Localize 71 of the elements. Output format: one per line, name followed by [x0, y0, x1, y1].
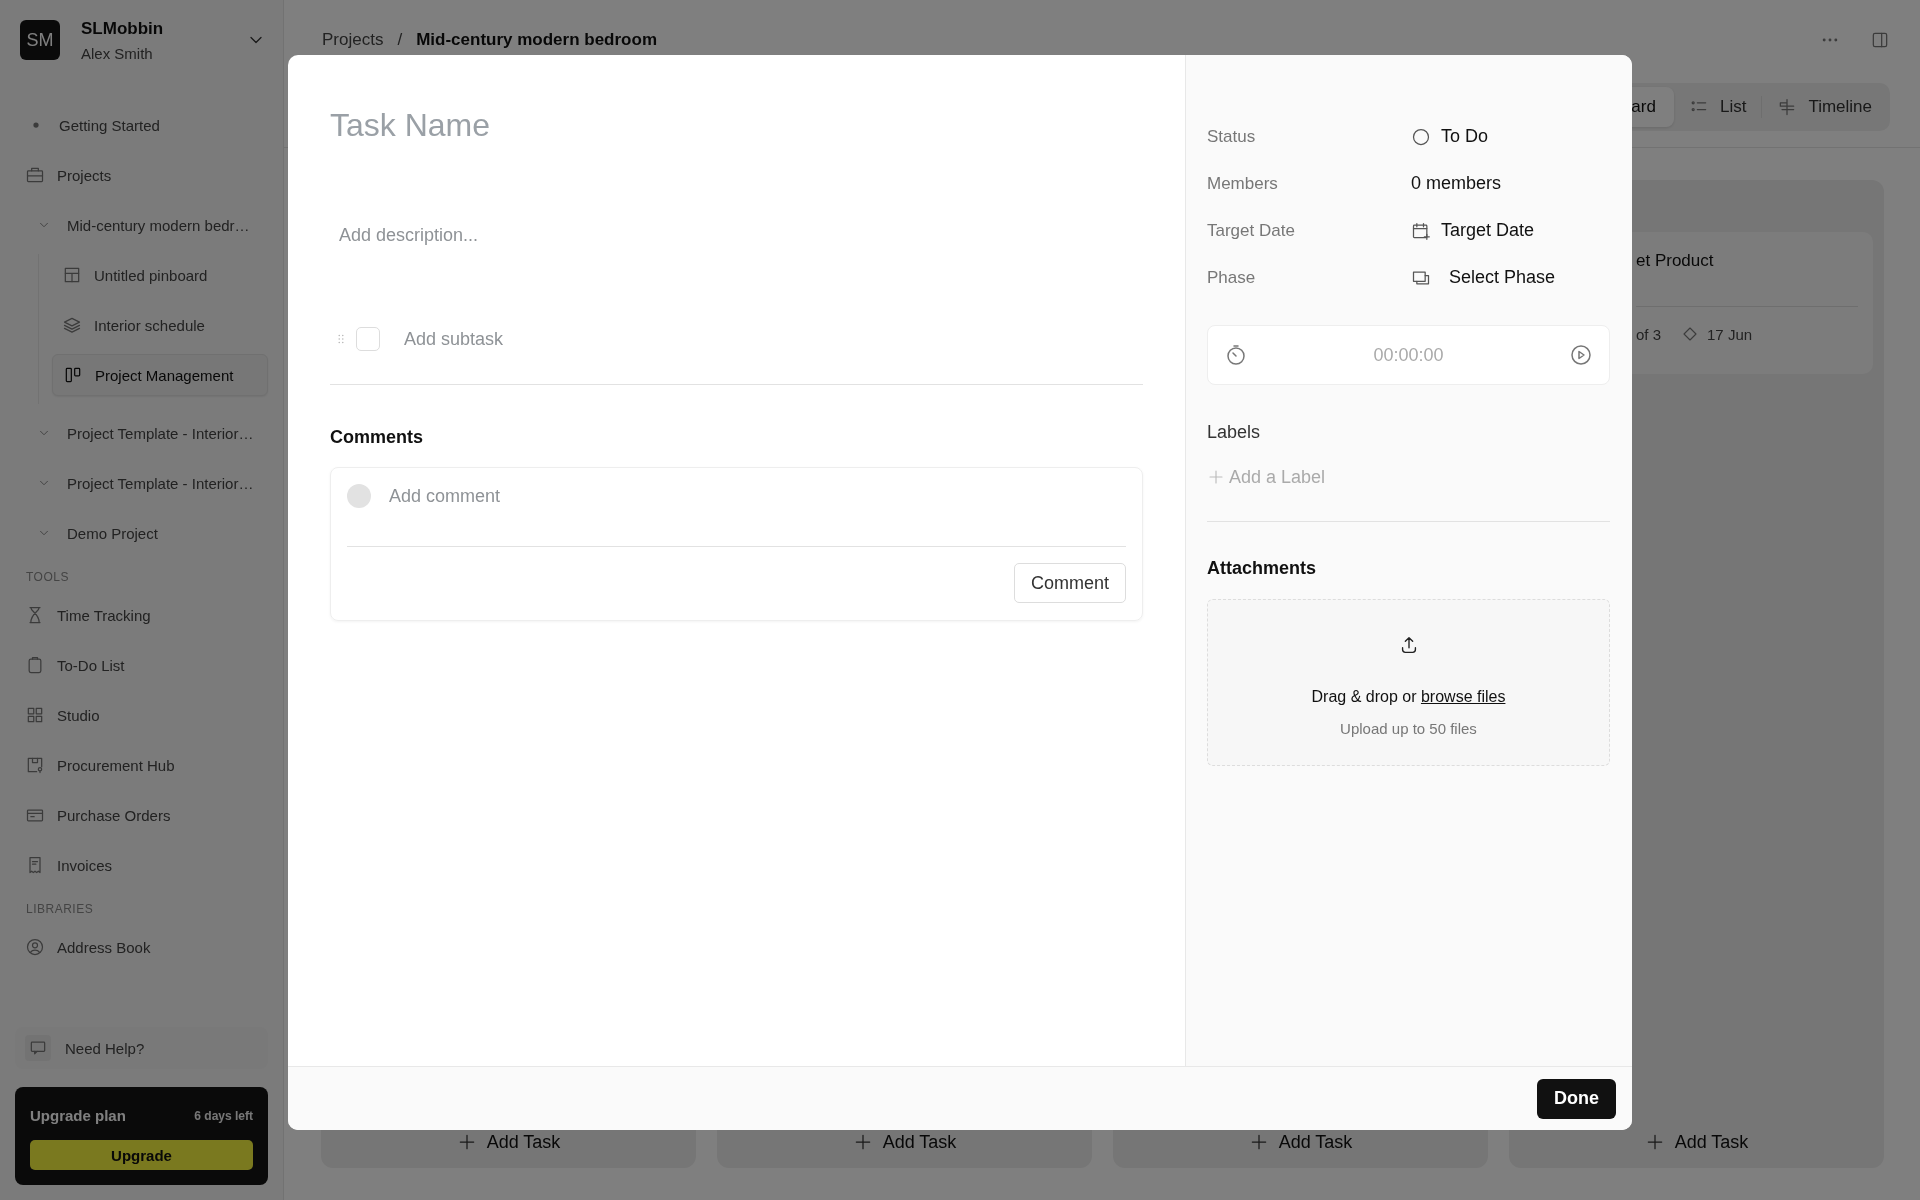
project-item[interactable]: Project Template - Interior… — [15, 412, 268, 454]
plan-title: Upgrade plan — [30, 1107, 126, 1124]
storage-icon — [25, 755, 45, 775]
breadcrumb-separator: / — [397, 30, 403, 50]
property-value[interactable]: To Do — [1411, 126, 1489, 147]
property-value[interactable]: 0 members — [1411, 173, 1502, 194]
view-tab[interactable]: List — [1688, 87, 1747, 127]
layers-icon — [62, 315, 82, 335]
section-title: Labels — [1207, 422, 1262, 443]
drop-prompt: Drag & drop or browse files — [1311, 688, 1506, 706]
sidebar-item[interactable]: To-Do List — [15, 644, 268, 686]
user-name: Alex Smith — [81, 44, 154, 62]
calendar-plus-icon — [1411, 220, 1431, 241]
sidebar-item[interactable]: Invoices — [15, 844, 268, 886]
drop-zone[interactable]: Drag & drop or browse files Upload up to 50 files — [1207, 599, 1610, 766]
view-tab[interactable]: Timeline — [1777, 87, 1872, 127]
breadcrumb-current: Mid-century modern bedroom — [416, 30, 657, 50]
timer-reading: 00:00:00 — [1373, 344, 1444, 366]
add-task-button[interactable]: Add Task — [1509, 1120, 1884, 1164]
workspace-name: SLMobbin — [81, 18, 165, 39]
card-title: et Product — [1636, 251, 1715, 272]
project-item[interactable]: Mid-century modern bedr… — [15, 204, 268, 246]
sidebar-item[interactable]: Getting Started — [15, 104, 268, 146]
property-label: Status — [1207, 126, 1257, 147]
subtask-field[interactable]: Add subtask — [402, 327, 1143, 351]
project-item[interactable]: Project Template - Interior… — [15, 462, 268, 504]
sidebar-item[interactable]: Untitled pinboard — [52, 254, 268, 296]
kanban-icon — [63, 365, 83, 385]
sidebar-item[interactable]: Procurement Hub — [15, 744, 268, 786]
briefcase-icon — [25, 165, 45, 185]
browse-link[interactable]: browse files — [1420, 688, 1506, 705]
chat-icon — [25, 1035, 51, 1061]
section-title: Attachments — [1207, 558, 1318, 579]
section-title: Comments — [330, 427, 424, 449]
avatar-icon — [347, 484, 371, 508]
comment-field[interactable]: Add comment — [387, 484, 1126, 508]
trial-days-left: 6 days left — [194, 1108, 253, 1123]
subtask-checkbox[interactable] — [356, 327, 380, 351]
property-label: Members — [1207, 173, 1279, 194]
description-field[interactable]: Add description... — [330, 221, 1143, 249]
done-button[interactable]: Done — [1537, 1078, 1616, 1119]
property-label: Phase — [1207, 267, 1257, 288]
play-icon[interactable] — [1569, 343, 1593, 367]
grid-icon — [25, 705, 45, 725]
sidebar-item[interactable]: Time Tracking — [15, 594, 268, 636]
upgrade-button[interactable]: Upgrade — [30, 1140, 253, 1170]
plus-icon — [1207, 468, 1225, 486]
sidebar-item[interactable]: Interior schedule — [52, 304, 268, 346]
status-circle-icon — [1411, 126, 1431, 147]
workspace-avatar[interactable]: SM — [20, 20, 60, 60]
layout-icon — [62, 265, 82, 285]
add-label-button[interactable]: Add a Label — [1207, 463, 1610, 491]
add-task-button[interactable]: Add Task — [321, 1120, 696, 1164]
contact-icon — [25, 937, 45, 957]
stopwatch-icon — [1224, 343, 1248, 367]
property-label: Target Date — [1207, 220, 1296, 241]
task-name-field[interactable]: Task Name — [330, 103, 1143, 147]
upload-note: Upload up to 50 files — [1340, 720, 1477, 737]
sidebar-item[interactable]: Studio — [15, 694, 268, 736]
add-task-button[interactable]: Add Task — [717, 1120, 1092, 1164]
add-task-button[interactable]: Add Task — [1113, 1120, 1488, 1164]
comment-button[interactable]: Comment — [1013, 563, 1126, 603]
project-item[interactable]: Demo Project — [15, 512, 268, 554]
sidebar-item[interactable]: Project Management — [52, 354, 268, 396]
sidebar-item[interactable]: Address Book — [15, 926, 268, 968]
sidebar-item[interactable]: Purchase Orders — [15, 794, 268, 836]
panel-toggle-icon[interactable] — [1870, 30, 1890, 50]
subtask-count: of 3 — [1636, 325, 1662, 343]
sidebar-item[interactable]: Projects — [15, 154, 268, 196]
breadcrumb-link[interactable]: Projects — [322, 30, 384, 50]
due-date: 17 Jun — [1707, 325, 1753, 343]
